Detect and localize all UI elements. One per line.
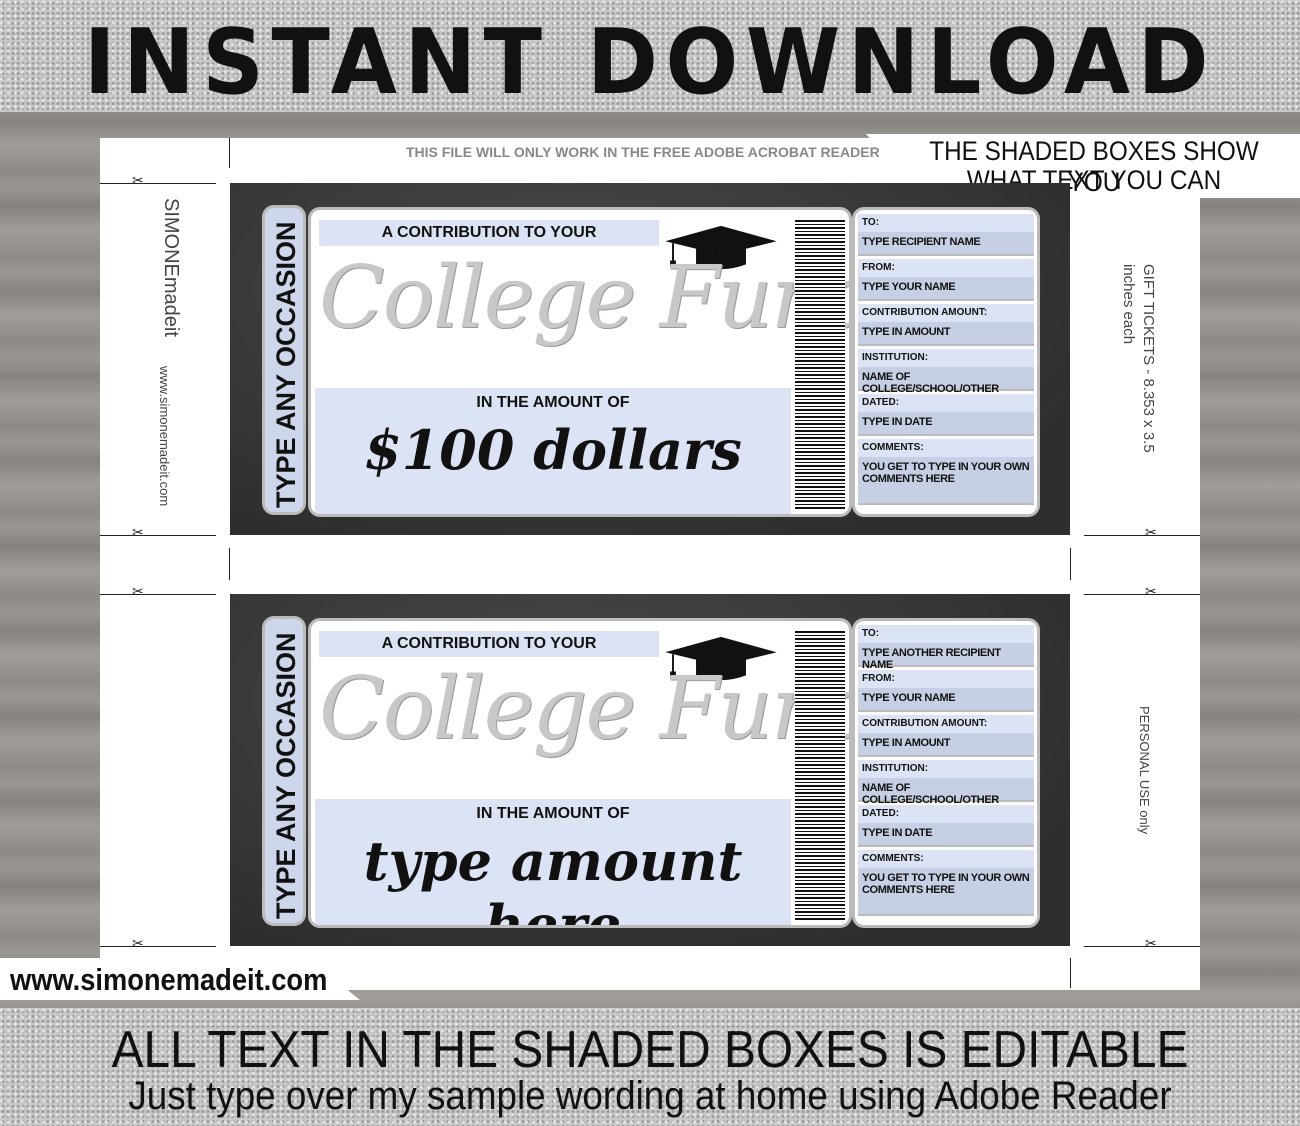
amount-box[interactable]: IN THE AMOUNT OF type amount here xyxy=(315,799,791,925)
cut-line xyxy=(1084,946,1200,947)
editable-field[interactable]: TYPE IN DATE xyxy=(858,412,1034,436)
brand-logo: SIMONEmadeit xyxy=(160,198,182,337)
cut-line xyxy=(1084,535,1200,536)
field-label: TO: xyxy=(858,625,1034,645)
field-label: CONTRIBUTION AMOUNT: xyxy=(858,304,1034,324)
scissors-icon: ✂ xyxy=(132,583,144,599)
ticket-title: College Fund xyxy=(319,659,852,759)
gift-ticket: TYPE ANY OCCASION A CONTRIBUTION TO YOUR… xyxy=(230,183,1070,535)
headline: INSTANT DOWNLOAD xyxy=(83,10,1217,115)
editable-field[interactable]: TYPE YOUR NAME xyxy=(858,277,1034,301)
editable-field[interactable]: TYPE YOUR NAME xyxy=(858,688,1034,712)
scissors-icon: ✂ xyxy=(1145,935,1157,951)
field-label: DATED: xyxy=(858,394,1034,414)
personal-use-note: PERSONAL USE only xyxy=(1137,706,1152,835)
gift-ticket: TYPE ANY OCCASION A CONTRIBUTION TO YOUR… xyxy=(230,594,1070,946)
amount-value[interactable]: $100 dollars xyxy=(315,418,791,482)
cut-line xyxy=(1070,958,1071,988)
editable-field[interactable]: TYPE IN AMOUNT xyxy=(858,733,1034,757)
editable-field[interactable]: TYPE RECIPIENT NAME xyxy=(858,232,1034,256)
editable-field[interactable]: NAME OF COLLEGE/SCHOOL/OTHER xyxy=(858,778,1034,806)
barcode-icon xyxy=(795,220,845,510)
ticket-body: A CONTRIBUTION TO YOUR College Fund IN T… xyxy=(308,207,852,517)
ticket-body: A CONTRIBUTION TO YOUR College Fund IN T… xyxy=(308,618,852,928)
ticket-title: College Fund xyxy=(319,248,852,348)
editable-field[interactable]: TYPE IN DATE xyxy=(858,823,1034,847)
field-label: COMMENTS: xyxy=(858,439,1034,459)
site-banner: www.simonemadeit.com xyxy=(0,958,360,1000)
cut-line xyxy=(100,594,216,595)
contribution-heading[interactable]: A CONTRIBUTION TO YOUR xyxy=(319,631,659,657)
occasion-tab[interactable]: TYPE ANY OCCASION xyxy=(262,205,306,515)
field-label: TO: xyxy=(858,214,1034,234)
ticket-stub: TO: TYPE ANOTHER RECIPIENT NAME FROM: TYP… xyxy=(852,618,1040,928)
ticket-stub: TO: TYPE RECIPIENT NAME FROM: TYPE YOUR N… xyxy=(852,207,1040,517)
reader-notice: THIS FILE WILL ONLY WORK IN THE FREE ADO… xyxy=(406,144,880,160)
field-label: DATED: xyxy=(858,805,1034,825)
scissors-icon: ✂ xyxy=(1145,524,1157,540)
field-label: INSTITUTION: xyxy=(858,760,1034,780)
field-label: FROM: xyxy=(858,670,1034,690)
amount-label: IN THE AMOUNT OF xyxy=(476,805,630,822)
contribution-heading[interactable]: A CONTRIBUTION TO YOUR xyxy=(319,220,659,246)
editable-field[interactable]: NAME OF COLLEGE/SCHOOL/OTHER xyxy=(858,367,1034,395)
cut-line xyxy=(100,535,216,536)
cut-line xyxy=(1084,594,1200,595)
editable-field[interactable]: TYPE ANOTHER RECIPIENT NAME xyxy=(858,643,1034,671)
cut-line xyxy=(229,548,230,580)
site-url[interactable]: www.simonemadeit.com xyxy=(10,962,327,998)
field-label: INSTITUTION: xyxy=(858,349,1034,369)
cut-line xyxy=(100,183,216,184)
occasion-tab[interactable]: TYPE ANY OCCASION xyxy=(262,616,306,926)
field-label: COMMENTS: xyxy=(858,850,1034,870)
amount-box[interactable]: IN THE AMOUNT OF $100 dollars xyxy=(315,388,791,514)
cut-line xyxy=(100,946,216,947)
footer-subline: Just type over my sample wording at home… xyxy=(128,1074,1172,1118)
occasion-text[interactable]: TYPE ANY OCCASION xyxy=(271,221,302,508)
cut-line xyxy=(229,138,230,168)
field-label: CONTRIBUTION AMOUNT: xyxy=(858,715,1034,735)
footer-headline: ALL TEXT IN THE SHADED BOXES IS EDITABLE xyxy=(111,1021,1189,1079)
editable-field[interactable]: YOU GET TO TYPE IN YOUR OWN COMMENTS HER… xyxy=(858,457,1034,505)
ticket-size-note: GIFT TICKETS - 8.353 x 3.5 inches each xyxy=(1120,264,1157,453)
editable-field[interactable]: TYPE IN AMOUNT xyxy=(858,322,1034,346)
field-label: FROM: xyxy=(858,259,1034,279)
occasion-text[interactable]: TYPE ANY OCCASION xyxy=(271,632,302,919)
scissors-icon: ✂ xyxy=(132,935,144,951)
cut-line xyxy=(1070,548,1071,580)
amount-label: IN THE AMOUNT OF xyxy=(476,394,630,411)
scissors-icon: ✂ xyxy=(132,172,144,188)
amount-value[interactable]: type amount here xyxy=(315,829,791,925)
barcode-icon xyxy=(795,631,845,921)
scissors-icon: ✂ xyxy=(132,524,144,540)
brand-url: www.simonemadeit.com xyxy=(157,366,172,507)
scissors-icon: ✂ xyxy=(1145,583,1157,599)
editable-field[interactable]: YOU GET TO TYPE IN YOUR OWN COMMENTS HER… xyxy=(858,868,1034,916)
